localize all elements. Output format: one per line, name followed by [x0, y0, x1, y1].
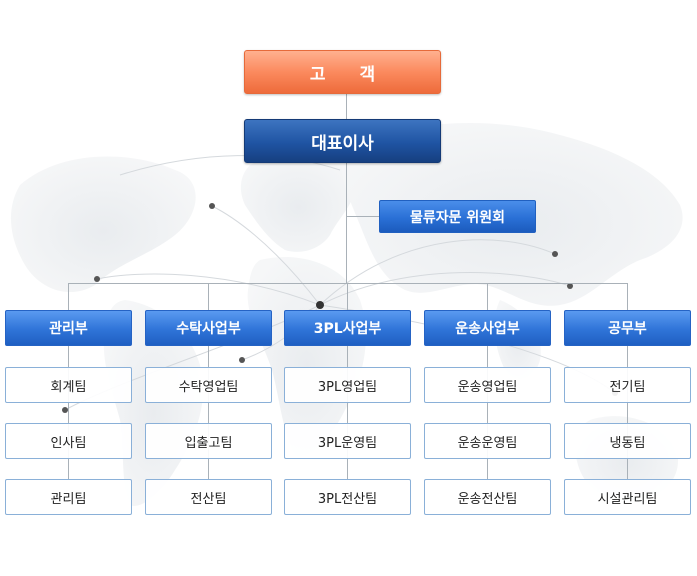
- team-node: 3PL전산팀: [284, 479, 411, 515]
- department-management: 관리부: [5, 310, 132, 346]
- customer-node: 고 객: [244, 50, 441, 94]
- connector-customer-ceo: [346, 94, 347, 119]
- connector-department-bus: [68, 283, 628, 284]
- department-engineering: 공무부: [564, 310, 691, 346]
- team-node: 냉동팀: [564, 423, 691, 459]
- team-node: 3PL운영팀: [284, 423, 411, 459]
- team-node: 입출고팀: [145, 423, 272, 459]
- connector-dept-2: [208, 283, 209, 310]
- team-node: 전산팀: [145, 479, 272, 515]
- team-node: 3PL영업팀: [284, 367, 411, 403]
- team-node: 시설관리팀: [564, 479, 691, 515]
- team-node: 회계팀: [5, 367, 132, 403]
- department-consignment: 수탁사업부: [145, 310, 272, 346]
- team-node: 운송운영팀: [424, 423, 551, 459]
- department-3pl: 3PL사업부: [284, 310, 411, 346]
- team-node: 관리팀: [5, 479, 132, 515]
- department-transport: 운송사업부: [424, 310, 551, 346]
- advisory-committee-node: 물류자문 위원회: [379, 200, 536, 233]
- connector-trunk: [346, 163, 347, 283]
- team-node: 수탁영업팀: [145, 367, 272, 403]
- connector-dept-3: [347, 283, 348, 310]
- connector-dept-4: [487, 283, 488, 310]
- connector-dept-1: [68, 283, 69, 310]
- team-node: 전기팀: [564, 367, 691, 403]
- team-node: 인사팀: [5, 423, 132, 459]
- connector-dept-5: [627, 283, 628, 310]
- team-node: 운송영업팀: [424, 367, 551, 403]
- team-node: 운송전산팀: [424, 479, 551, 515]
- ceo-node: 대표이사: [244, 119, 441, 163]
- connector-advisory: [346, 216, 379, 217]
